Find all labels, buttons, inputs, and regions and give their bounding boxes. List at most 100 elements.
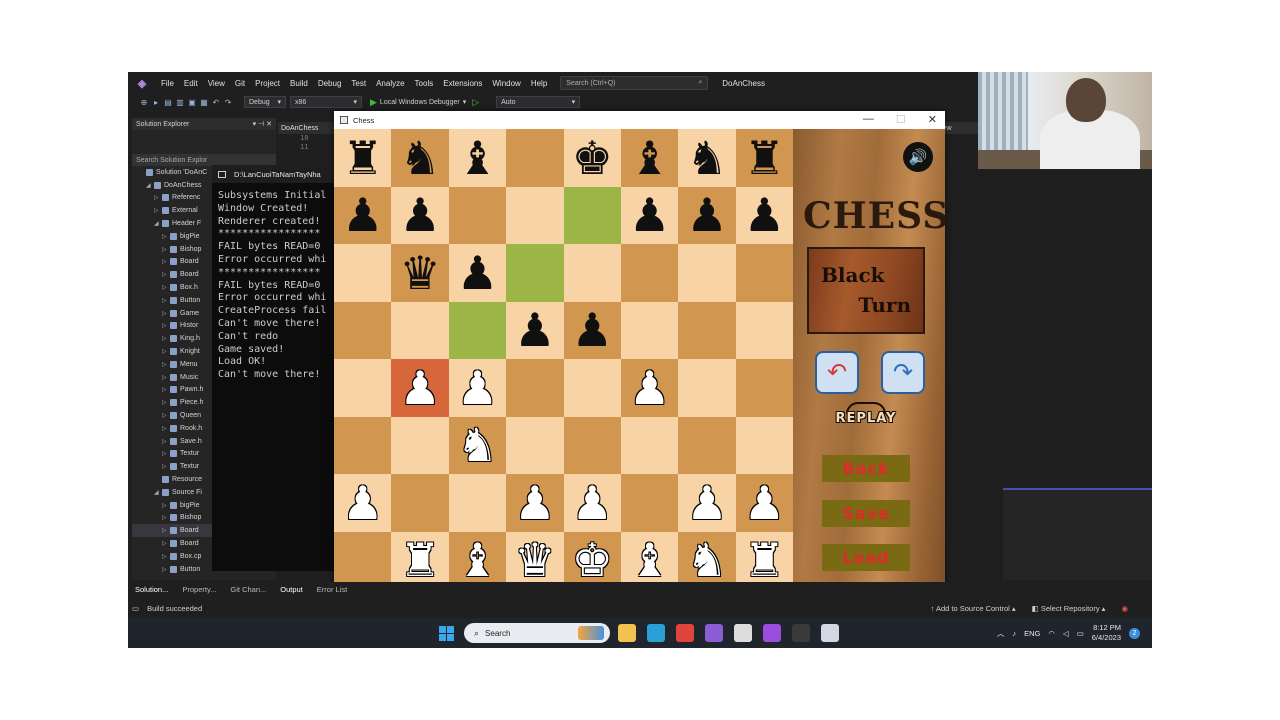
open-icon[interactable]: ▥ [174,98,186,107]
expand-toggle-icon[interactable]: ▷ [162,386,170,393]
visual-studio-logo-icon[interactable]: ◈ [128,77,156,90]
white-knight-icon[interactable]: ♞ [457,422,498,468]
board-square[interactable]: ♟ [678,474,736,532]
board-square[interactable] [620,301,679,359]
white-rook-icon[interactable]: ♜ [399,537,440,583]
board-square[interactable]: ♜ [391,531,449,589]
messenger-icon[interactable] [763,624,781,642]
undo-move-button[interactable]: ↶ [815,351,859,394]
editor-tab[interactable]: DoAnChess [278,122,334,134]
white-pawn-icon[interactable]: ♟ [457,365,498,411]
expand-toggle-icon[interactable]: ▷ [154,194,162,201]
menu-item-help[interactable]: Help [526,79,552,88]
board-square[interactable]: ♟ [563,474,621,532]
bottom-tab[interactable]: Error List [310,585,354,594]
board-square[interactable]: ♟ [448,244,507,302]
save-all-icon[interactable]: ▦ [198,98,210,107]
board-square[interactable] [334,531,392,589]
white-queen-icon[interactable]: ♛ [514,537,555,583]
select-repository-button[interactable]: ◧ Select Repository ▴ [1032,604,1106,613]
config-select[interactable]: Debug ▾ [244,96,286,108]
expand-toggle-icon[interactable]: ▷ [162,412,170,419]
board-square[interactable] [506,186,564,244]
undo-icon[interactable]: ↶ [210,98,222,107]
menu-item-analyze[interactable]: Analyze [371,79,409,88]
board-square[interactable]: ♝ [620,129,679,187]
board-square[interactable]: ♚ [563,129,621,187]
board-square[interactable] [448,474,507,532]
expand-toggle-icon[interactable]: ▷ [162,361,170,368]
board-square[interactable] [334,416,392,474]
notification-bell-icon[interactable]: ◉ [1121,604,1128,613]
menu-item-edit[interactable]: Edit [179,79,203,88]
board-square[interactable]: ♟ [620,186,679,244]
github-icon[interactable] [734,624,752,642]
board-square[interactable] [678,359,736,417]
black-rook-icon[interactable]: ♜ [342,135,383,181]
expand-toggle-icon[interactable]: ▷ [162,553,170,560]
board-square[interactable]: ♞ [678,129,736,187]
board-square[interactable]: ♜ [735,531,793,589]
chess-app-icon[interactable] [821,624,839,642]
board-square[interactable] [735,359,793,417]
board-square[interactable]: ♝ [620,531,679,589]
board-square[interactable] [620,244,679,302]
menu-item-extensions[interactable]: Extensions [438,79,487,88]
expand-toggle-icon[interactable]: ▷ [162,438,170,445]
expand-toggle-icon[interactable]: ▷ [162,310,170,317]
wifi-icon[interactable]: ◠ [1048,629,1055,638]
expand-toggle-icon[interactable]: ▷ [162,540,170,547]
menu-item-file[interactable]: File [156,79,179,88]
board-square[interactable] [506,129,564,187]
board-square[interactable]: ♟ [735,186,793,244]
white-pawn-icon[interactable]: ♟ [629,365,670,411]
bottom-tab[interactable]: Property... [175,585,223,594]
maximize-icon[interactable]: ☐ [896,113,906,126]
start-debugger-button[interactable]: ▶ Local Windows Debugger ▾ ▷ [370,97,482,108]
black-king-icon[interactable]: ♚ [572,135,613,181]
expand-toggle-icon[interactable]: ◢ [154,220,162,227]
black-queen-icon[interactable]: ♛ [399,250,440,296]
language-indicator[interactable]: ENG [1024,629,1040,638]
vs-search-box[interactable]: Search (Ctrl+Q) ⌕ [560,76,709,90]
expand-toggle-icon[interactable]: ▷ [162,335,170,342]
board-square[interactable] [620,474,679,532]
board-square[interactable]: ♟ [735,474,793,532]
expand-toggle-icon[interactable]: ▷ [162,463,170,470]
board-square[interactable] [735,301,793,359]
board-square[interactable] [563,359,621,417]
white-pawn-icon[interactable]: ♟ [342,480,383,526]
black-pawn-icon[interactable]: ♟ [457,250,498,296]
board-square[interactable]: ♞ [391,129,449,187]
chrome-icon[interactable] [676,624,694,642]
notification-badge[interactable]: 2 [1129,627,1140,639]
black-pawn-icon[interactable]: ♟ [686,192,727,238]
white-pawn-icon[interactable]: ♟ [572,480,613,526]
expand-toggle-icon[interactable]: ▷ [162,450,170,457]
menu-item-test[interactable]: Test [346,79,371,88]
expand-toggle-icon[interactable]: ▷ [162,271,170,278]
board-square[interactable] [506,244,564,302]
menu-item-tools[interactable]: Tools [410,79,439,88]
bottom-tab[interactable]: Git Chan... [223,585,273,594]
back-button[interactable]: Back [822,455,910,482]
board-square[interactable]: ♟ [563,301,621,359]
board-square[interactable] [391,474,449,532]
menu-item-project[interactable]: Project [250,79,285,88]
black-pawn-icon[interactable]: ♟ [629,192,670,238]
menu-item-view[interactable]: View [203,79,230,88]
console-titlebar[interactable]: D:\LanCuoiTaNamTayNha [212,165,336,183]
board-square[interactable]: ♟ [334,186,392,244]
new-project-icon[interactable]: ▤ [162,98,174,107]
black-pawn-icon[interactable]: ♟ [572,307,613,353]
save-button[interactable]: Save [822,500,910,527]
expand-toggle-icon[interactable]: ▷ [162,348,170,355]
black-knight-icon[interactable]: ♞ [399,135,440,181]
white-bishop-icon[interactable]: ♝ [629,537,670,583]
menu-item-debug[interactable]: Debug [313,79,347,88]
board-square[interactable] [391,416,449,474]
expand-toggle-icon[interactable]: ▷ [154,207,162,214]
board-square[interactable] [678,301,736,359]
expand-toggle-icon[interactable]: ▷ [162,425,170,432]
board-square[interactable]: ♛ [391,244,449,302]
